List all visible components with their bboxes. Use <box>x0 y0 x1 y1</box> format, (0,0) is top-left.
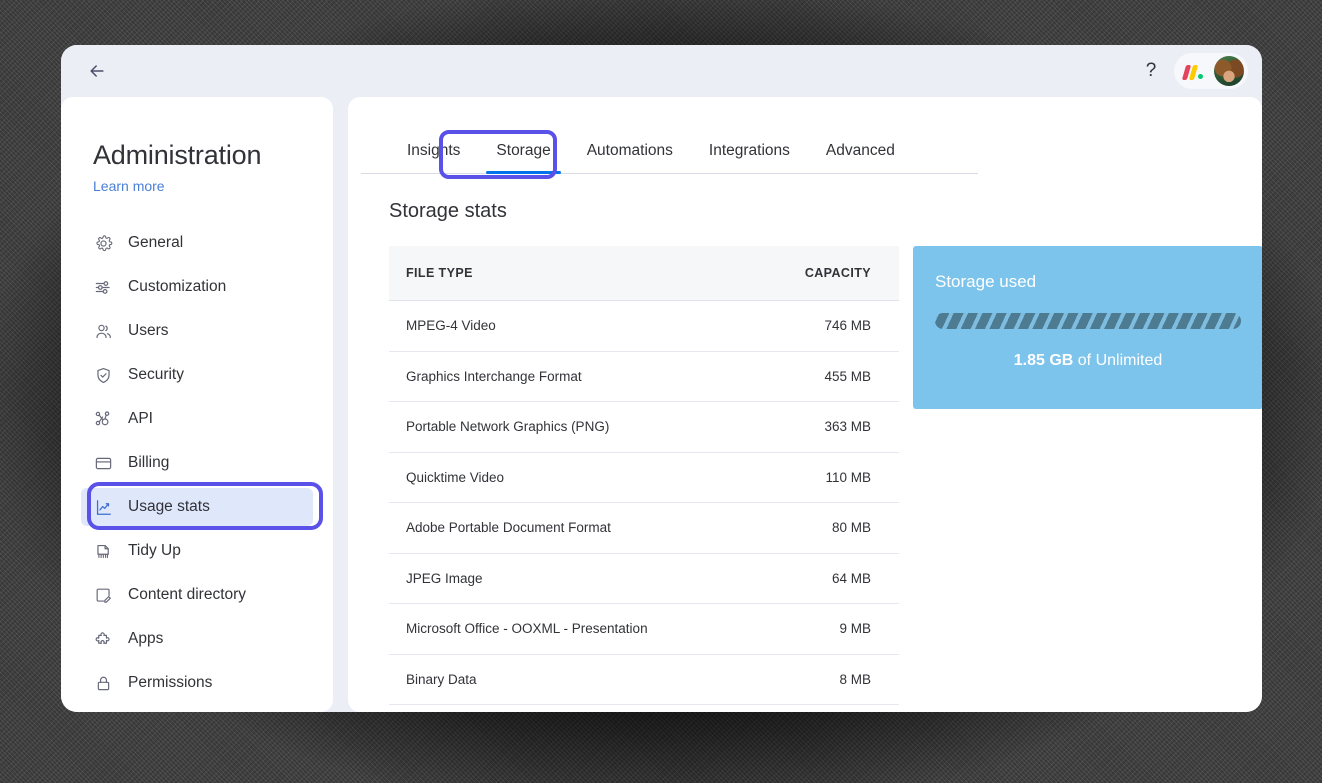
top-bar-right-group: ? <box>1136 53 1248 89</box>
top-bar: ? <box>61 45 1262 97</box>
cell-file-type: Quicktime Video <box>406 469 505 485</box>
sidebar-nav: General Customization Users Security API… <box>61 224 333 702</box>
help-button[interactable]: ? <box>1136 56 1166 86</box>
storage-used-card: Storage used 1.85 GB of Unlimited <box>913 246 1262 409</box>
table-row[interactable]: MPEG-4 Video 746 MB <box>389 301 899 352</box>
cell-file-type: Portable Network Graphics (PNG) <box>406 419 610 435</box>
cell-capacity: 64 MB <box>831 570 871 586</box>
sidebar-item-label: Usage stats <box>128 498 210 515</box>
content-panel: Insights Storage Automations Integration… <box>348 97 1262 712</box>
logo-dot-green <box>1198 74 1203 79</box>
sidebar-item-label: Users <box>128 322 169 339</box>
cell-file-type: Binary Data <box>406 671 477 687</box>
tab-bar: Insights Storage Automations Integration… <box>361 97 978 179</box>
arrow-left-icon <box>90 65 104 77</box>
sidebar-item-content-directory[interactable]: Content directory <box>81 576 313 614</box>
api-nodes-icon <box>93 409 113 429</box>
cell-file-type: Adobe Portable Document Format <box>406 520 611 536</box>
tab-insights[interactable]: Insights <box>389 142 478 173</box>
sidebar-item-apps[interactable]: Apps <box>81 620 313 658</box>
sidebar-item-label: Apps <box>128 630 164 647</box>
sidebar-item-label: Security <box>128 366 184 383</box>
storage-used-summary: 1.85 GB of Unlimited <box>935 352 1241 370</box>
cell-file-type: Microsoft Office - OOXML - Presentation <box>406 621 648 637</box>
table-row[interactable]: Microsoft Office - OOXML - Presentation … <box>389 604 899 655</box>
cell-file-type: MPEG-4 Video <box>406 318 496 334</box>
users-icon <box>93 321 113 341</box>
table-row[interactable]: Quicktime Video 110 MB <box>389 453 899 503</box>
shield-check-icon <box>93 365 113 385</box>
table-header-row: FILE TYPE CAPACITY <box>389 246 899 301</box>
sidebar-item-label: Tidy Up <box>128 542 181 559</box>
sidebar-item-billing[interactable]: Billing <box>81 444 313 482</box>
storage-panels: FILE TYPE CAPACITY MPEG-4 Video 746 MB G… <box>389 246 1262 705</box>
gear-icon <box>93 233 113 253</box>
storage-table: FILE TYPE CAPACITY MPEG-4 Video 746 MB G… <box>389 246 899 705</box>
cell-capacity: 363 MB <box>824 419 871 435</box>
sliders-icon <box>93 277 113 297</box>
sidebar-item-permissions[interactable]: Permissions <box>81 664 313 702</box>
storage-used-value: 1.85 GB <box>1013 352 1074 369</box>
sidebar-item-api[interactable]: API <box>81 400 313 438</box>
tab-advanced[interactable]: Advanced <box>808 142 913 173</box>
table-row[interactable]: Portable Network Graphics (PNG) 363 MB <box>389 402 899 453</box>
sidebar-item-usage-stats[interactable]: Usage stats <box>81 482 323 530</box>
table-row[interactable]: Binary Data 8 MB <box>389 655 899 705</box>
user-chip[interactable] <box>1174 53 1248 89</box>
chart-line-icon <box>93 497 113 517</box>
edit-document-icon <box>93 585 113 605</box>
monday-logo-icon <box>1181 62 1208 80</box>
learn-more-link[interactable]: Learn more <box>93 178 165 194</box>
tab-automations[interactable]: Automations <box>569 142 691 173</box>
lock-icon <box>93 673 113 693</box>
storage-used-of-label: of Unlimited <box>1073 352 1163 369</box>
credit-card-icon <box>93 453 113 473</box>
help-icon: ? <box>1145 60 1157 81</box>
cell-file-type: Graphics Interchange Format <box>406 368 582 384</box>
avatar[interactable] <box>1214 56 1244 86</box>
cell-capacity: 455 MB <box>824 368 871 384</box>
cell-file-type: JPEG Image <box>406 570 483 586</box>
sidebar-item-label: Billing <box>128 454 170 471</box>
column-header-file-type: FILE TYPE <box>406 266 473 280</box>
window-body: Administration Learn more General Custom… <box>61 97 1262 712</box>
puzzle-icon <box>93 629 113 649</box>
cell-capacity: 110 MB <box>825 469 871 485</box>
sidebar-item-label: Customization <box>128 278 227 295</box>
table-row[interactable]: JPEG Image 64 MB <box>389 554 899 604</box>
cell-capacity: 746 MB <box>824 318 871 334</box>
sidebar-item-general[interactable]: General <box>81 224 313 262</box>
sidebar-item-customization[interactable]: Customization <box>81 268 313 306</box>
tab-integrations[interactable]: Integrations <box>691 142 808 173</box>
sidebar-item-label: Permissions <box>128 674 213 691</box>
storage-used-title: Storage used <box>935 272 1037 291</box>
table-row[interactable]: Adobe Portable Document Format 80 MB <box>389 503 899 554</box>
table-row[interactable]: Graphics Interchange Format 455 MB <box>389 352 899 402</box>
sidebar-item-label: General <box>128 234 184 251</box>
sidebar: Administration Learn more General Custom… <box>61 97 333 712</box>
sidebar-item-security[interactable]: Security <box>81 356 313 394</box>
sidebar-item-label: Content directory <box>128 586 247 603</box>
sidebar-item-users[interactable]: Users <box>81 312 313 350</box>
storage-used-progress-bar <box>935 313 1241 329</box>
cell-capacity: 9 MB <box>839 621 871 637</box>
cell-capacity: 80 MB <box>831 520 871 536</box>
cell-capacity: 8 MB <box>839 671 871 687</box>
sidebar-item-label: API <box>128 410 153 427</box>
column-header-capacity: CAPACITY <box>804 266 871 280</box>
tab-storage[interactable]: Storage <box>478 142 568 174</box>
section-title: Storage stats <box>389 200 507 222</box>
page-title: Administration <box>93 140 262 170</box>
broom-icon <box>93 541 113 561</box>
app-window: ? Administration Learn more General Cust… <box>61 45 1262 712</box>
back-button[interactable] <box>83 57 111 85</box>
sidebar-item-tidy-up[interactable]: Tidy Up <box>81 532 313 570</box>
